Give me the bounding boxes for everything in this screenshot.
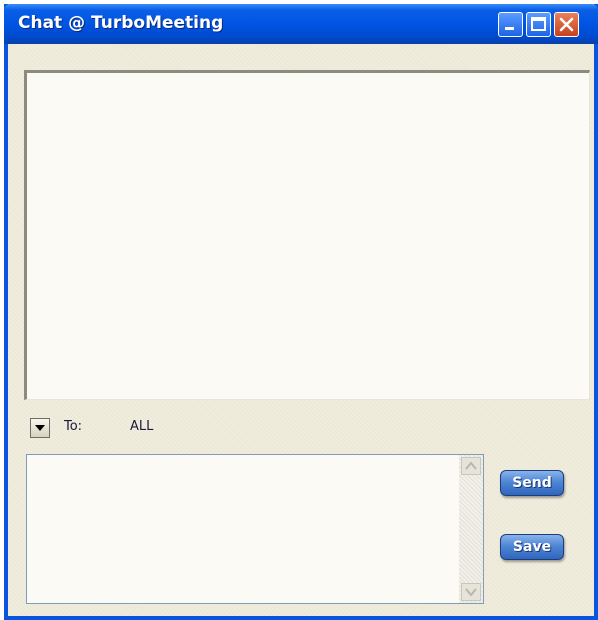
chat-history-panel[interactable] xyxy=(24,70,590,400)
minimize-button[interactable] xyxy=(498,12,523,37)
chevron-up-icon xyxy=(465,461,477,470)
scroll-up-button[interactable] xyxy=(461,457,481,475)
chevron-down-icon xyxy=(35,425,45,431)
title-bar[interactable]: Chat @ TurboMeeting xyxy=(4,4,598,44)
message-compose-box xyxy=(26,454,484,604)
close-button[interactable] xyxy=(554,12,579,37)
window-title: Chat @ TurboMeeting xyxy=(18,13,224,33)
chat-window: Chat @ TurboMeeting To: ALL Send Save xyxy=(4,4,598,620)
scroll-down-button[interactable] xyxy=(461,583,481,601)
save-button[interactable]: Save xyxy=(500,534,564,560)
message-input[interactable] xyxy=(27,455,459,603)
recipient-dropdown-button[interactable] xyxy=(30,418,50,438)
maximize-button[interactable] xyxy=(526,12,551,37)
recipient-row: To: ALL xyxy=(26,416,326,442)
minimize-icon xyxy=(505,27,514,30)
recipient-label: To: xyxy=(64,419,83,434)
chat-client-area: To: ALL Send Save xyxy=(8,44,594,616)
maximize-icon xyxy=(531,17,546,31)
recipient-value: ALL xyxy=(130,419,154,434)
send-button[interactable]: Send xyxy=(500,470,564,496)
close-icon xyxy=(559,17,574,32)
chevron-down-icon xyxy=(465,588,477,597)
message-scrollbar[interactable] xyxy=(459,455,483,603)
